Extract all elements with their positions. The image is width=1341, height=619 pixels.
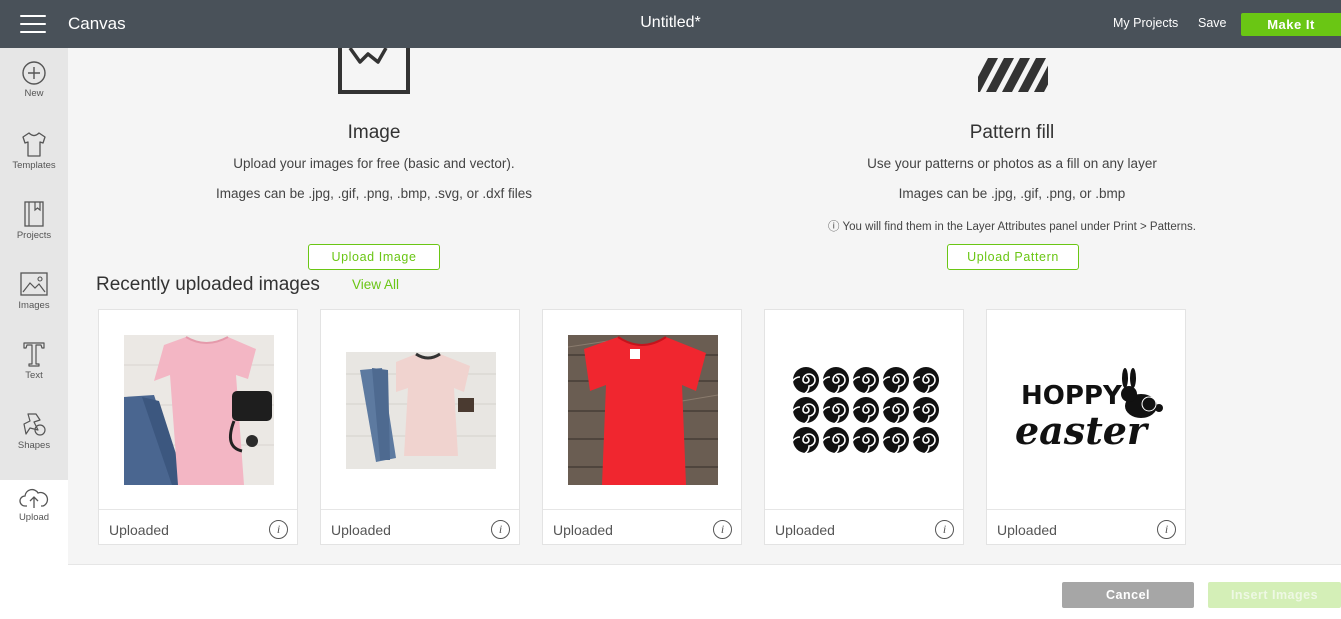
info-icon[interactable]: i xyxy=(269,520,288,539)
image-section-formats: Images can be .jpg, .gif, .png, .bmp, .s… xyxy=(216,186,532,201)
notebook-icon xyxy=(24,201,44,227)
sidebar-item-text[interactable]: Text xyxy=(0,340,68,410)
top-bar: Canvas Untitled* My Projects Save Make I… xyxy=(0,0,1341,48)
pattern-section-title: Pattern fill xyxy=(969,122,1055,143)
left-sidebar: New Templates Projects Images Text Shape… xyxy=(0,48,68,619)
recent-uploads-title: Recently uploaded images xyxy=(96,274,320,295)
upload-image-button[interactable]: Upload Image xyxy=(308,244,440,270)
card-label: Uploaded xyxy=(997,522,1057,538)
upload-panel: Image Upload your images for free (basic… xyxy=(68,48,1341,564)
pale-pink-tshirt-flatlay-thumbnail xyxy=(346,352,496,469)
image-upload-icon xyxy=(338,48,410,94)
sidebar-item-images[interactable]: Images xyxy=(0,270,68,340)
info-icon[interactable]: i xyxy=(491,520,510,539)
sidebar-item-new[interactable]: New xyxy=(0,60,68,130)
image-section-description: Upload your images for free (basic and v… xyxy=(233,156,515,171)
thumbnail-text-hoppy: HOPPY xyxy=(1021,381,1123,411)
my-projects-button[interactable]: My Projects xyxy=(1113,16,1178,30)
footer-bar: Cancel Insert Images xyxy=(68,564,1341,619)
sidebar-item-shapes[interactable]: Shapes xyxy=(0,410,68,480)
image-section-title: Image xyxy=(347,122,401,143)
thumbnail-text-easter: easter xyxy=(1015,408,1150,453)
red-tshirt-wood-thumbnail xyxy=(568,335,718,485)
app-name: Canvas xyxy=(68,14,126,33)
uploaded-image-card[interactable]: Uploaded i xyxy=(764,309,964,545)
info-icon[interactable]: i xyxy=(1157,520,1176,539)
info-icon[interactable]: i xyxy=(935,520,954,539)
hoppy-easter-thumbnail: HOPPY easter xyxy=(1009,368,1165,454)
pink-tshirt-jeans-thumbnail xyxy=(124,335,274,485)
sidebar-item-label: Projects xyxy=(16,230,52,241)
rolled-flowers-thumbnail xyxy=(790,362,940,458)
view-all-link[interactable]: View All xyxy=(352,277,399,292)
pattern-section-note: ⓘ You will find them in the Layer Attrib… xyxy=(828,221,1196,233)
plus-circle-icon xyxy=(22,61,46,85)
uploaded-image-card[interactable]: Uploaded i xyxy=(542,309,742,545)
sidebar-item-label: Templates xyxy=(12,160,56,171)
uploaded-image-card[interactable]: Uploaded i xyxy=(320,309,520,545)
pattern-fill-icon xyxy=(978,58,1048,92)
image-icon xyxy=(20,272,48,296)
insert-images-button[interactable]: Insert Images xyxy=(1208,582,1341,608)
uploaded-image-card[interactable]: HOPPY easter Uploaded i xyxy=(986,309,1186,545)
sidebar-item-upload[interactable]: Upload xyxy=(0,480,68,550)
menu-icon[interactable] xyxy=(20,15,46,35)
sidebar-item-label: Images xyxy=(18,300,50,311)
tshirt-icon xyxy=(22,132,46,157)
sidebar-item-label: New xyxy=(24,88,44,99)
cloud-upload-icon xyxy=(19,488,49,508)
sidebar-item-projects[interactable]: Projects xyxy=(0,200,68,270)
sidebar-item-templates[interactable]: Templates xyxy=(0,130,68,200)
text-t-icon xyxy=(23,342,45,367)
make-it-button[interactable]: Make It xyxy=(1241,13,1341,36)
sidebar-item-label: Shapes xyxy=(17,440,51,451)
save-button[interactable]: Save xyxy=(1198,16,1227,30)
pattern-section-formats: Images can be .jpg, .gif, .png, or .bmp xyxy=(898,186,1126,201)
pattern-section-description: Use your patterns or photos as a fill on… xyxy=(867,156,1157,171)
uploaded-image-card[interactable]: Uploaded i xyxy=(98,309,298,545)
cancel-button[interactable]: Cancel xyxy=(1062,582,1194,608)
card-label: Uploaded xyxy=(109,522,169,538)
shapes-icon xyxy=(23,413,46,436)
info-icon[interactable]: i xyxy=(713,520,732,539)
document-title[interactable]: Untitled* xyxy=(640,14,700,31)
image-section: Image xyxy=(238,122,510,144)
card-label: Uploaded xyxy=(553,522,613,538)
card-label: Uploaded xyxy=(775,522,835,538)
sidebar-item-label: Upload xyxy=(18,512,50,523)
upload-pattern-button[interactable]: Upload Pattern xyxy=(947,244,1079,270)
sidebar-item-label: Text xyxy=(25,370,43,381)
card-label: Uploaded xyxy=(331,522,391,538)
